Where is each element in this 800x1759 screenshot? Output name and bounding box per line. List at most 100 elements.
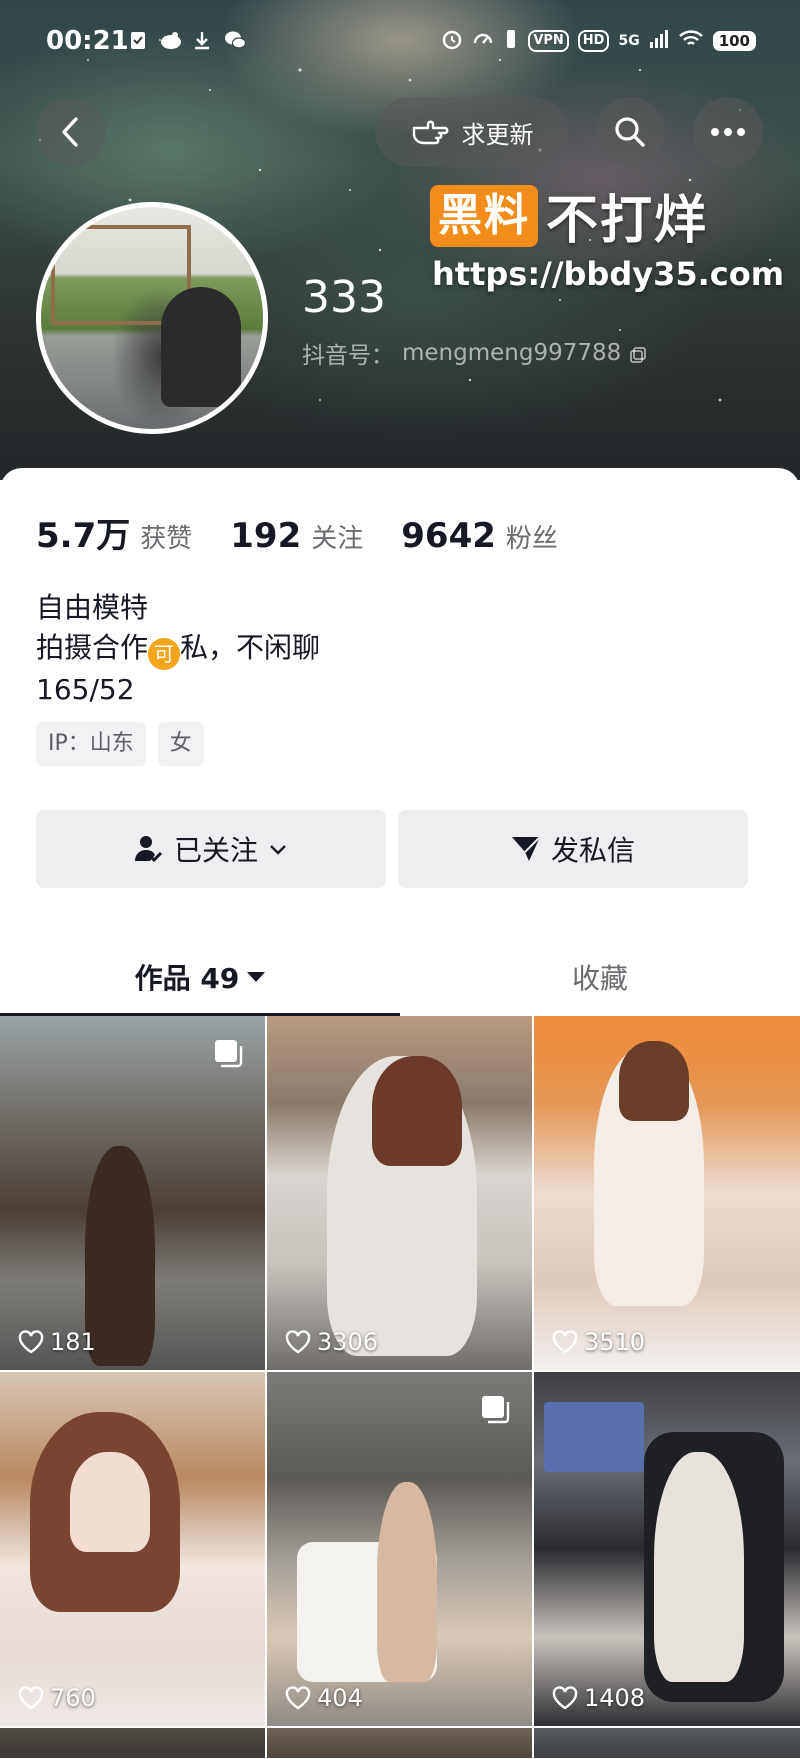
post-likes-count: 3510 — [584, 1328, 646, 1356]
stat-following-label: 关注 — [311, 524, 364, 554]
post-thumbnail[interactable]: 3306 — [267, 1016, 532, 1370]
download-icon — [192, 30, 212, 50]
app-notification-icon — [160, 30, 181, 50]
post-likes: 3306 — [285, 1328, 378, 1356]
post-photo-monitor — [544, 1402, 644, 1472]
tab-favorites[interactable]: 收藏 — [400, 938, 800, 1016]
send-paper-plane-icon — [511, 836, 541, 861]
bio-emoji-badge: 可 — [148, 638, 181, 670]
followed-button[interactable]: 已关注 — [36, 810, 386, 888]
post-thumbnail-partial[interactable] — [534, 1728, 800, 1758]
ip-location-tag: IP：山东 — [36, 722, 146, 766]
heart-icon — [18, 1686, 44, 1710]
watermark-url: https://bbdy35.com — [432, 255, 785, 293]
post-likes-count: 760 — [50, 1684, 96, 1712]
post-thumbnail[interactable]: 404 — [267, 1372, 532, 1726]
post-photo-subject — [654, 1452, 744, 1682]
stat-followers-label: 粉丝 — [505, 524, 558, 554]
post-likes: 181 — [18, 1328, 96, 1356]
wechat-icon — [224, 30, 247, 50]
request-update-button[interactable]: 求更新 — [375, 97, 568, 167]
post-thumbnail[interactable]: 181 — [0, 1016, 265, 1370]
network-type: 5G — [618, 33, 640, 49]
post-likes-count: 181 — [50, 1328, 96, 1356]
wifi-icon — [678, 29, 704, 53]
posts-grid: 181 3306 3510 760 404 1408 — [0, 1016, 800, 1758]
bio-line-1: 自由模特 — [36, 591, 149, 624]
caret-down-icon — [247, 972, 266, 982]
status-time: 00:21 — [46, 26, 129, 56]
bio-line-2: 拍摄合作可私，不闲聊 — [36, 628, 320, 670]
send-message-button[interactable]: 发私信 — [398, 810, 748, 888]
search-icon — [615, 117, 645, 147]
heart-icon — [552, 1330, 578, 1354]
post-photo-hair — [372, 1056, 462, 1166]
profile-info-card: 5.7万 获赞 192 关注 9642 粉丝 自由模特 拍摄合作可私，不闲聊 1… — [0, 468, 800, 1759]
back-button[interactable] — [36, 97, 106, 167]
post-photo-subject — [70, 1452, 150, 1552]
multi-image-icon — [215, 1040, 243, 1068]
post-thumbnail[interactable]: 760 — [0, 1372, 265, 1726]
post-likes-count: 3306 — [317, 1328, 379, 1356]
tab-works-label: 作品 49 — [134, 962, 240, 995]
chevron-left-icon — [62, 117, 78, 147]
speedometer-icon — [472, 28, 494, 54]
post-thumbnail[interactable]: 1408 — [534, 1372, 800, 1726]
watermark-overlay: 黑料 不打烊 https://bbdy35.com — [430, 178, 784, 293]
tab-works[interactable]: 作品 49 — [0, 938, 400, 1016]
stat-following[interactable]: 192 关注 — [230, 516, 363, 556]
followed-label: 已关注 — [173, 834, 258, 867]
multi-image-icon — [482, 1396, 510, 1424]
avatar-photo-person — [161, 287, 241, 407]
more-options-button[interactable] — [693, 97, 763, 167]
stat-following-value: 192 — [230, 516, 302, 556]
post-thumbnail[interactable]: 3510 — [534, 1016, 800, 1370]
douyin-id-row[interactable]: 抖音号： mengmeng997788 — [302, 336, 647, 370]
send-message-label: 发私信 — [550, 834, 635, 867]
user-check-icon — [134, 836, 163, 863]
hd-indicator: HD — [577, 30, 610, 52]
alarm-icon — [441, 28, 463, 54]
douyin-id-label: 抖音号： — [302, 343, 394, 369]
post-thumbnail-partial[interactable] — [0, 1728, 265, 1758]
stats-row: 5.7万 获赞 192 关注 9642 粉丝 — [36, 508, 558, 557]
stat-likes-value: 5.7万 — [36, 516, 131, 556]
stat-likes[interactable]: 5.7万 获赞 — [36, 508, 192, 557]
stat-followers[interactable]: 9642 粉丝 — [401, 516, 558, 556]
heart-icon — [552, 1686, 578, 1710]
watermark-text: 不打烊 — [546, 191, 709, 251]
bio-line-3: 165/52 — [36, 673, 135, 706]
request-update-label: 求更新 — [461, 120, 534, 149]
douyin-id-value: mengmeng997788 — [402, 340, 622, 366]
post-photo-subject — [377, 1482, 437, 1682]
action-buttons: 已关注 发私信 — [36, 810, 748, 888]
content-tabs: 作品 49 收藏 — [0, 938, 800, 1016]
stat-likes-label: 获赞 — [140, 524, 193, 554]
search-button[interactable] — [595, 97, 665, 167]
profile-tags: IP：山东 女 — [36, 722, 204, 766]
copy-icon[interactable] — [629, 344, 647, 363]
status-bar: 00:21 VPN HD 5G 100 — [0, 0, 800, 88]
more-dots-icon — [711, 128, 745, 136]
pointing-hand-icon — [412, 120, 448, 145]
post-likes: 760 — [18, 1684, 96, 1712]
vibrate-icon — [503, 28, 519, 54]
avatar[interactable] — [36, 202, 268, 434]
vpn-indicator: VPN — [528, 30, 569, 52]
signal-icon — [649, 30, 669, 52]
post-likes: 1408 — [552, 1684, 645, 1712]
stat-followers-value: 9642 — [401, 516, 496, 556]
chevron-down-icon — [270, 845, 286, 855]
gender-tag: 女 — [157, 722, 204, 766]
heart-icon — [18, 1330, 44, 1354]
profile-banner: 00:21 VPN HD 5G 100 求更新 黑料 不打烊 https://b… — [0, 0, 800, 480]
post-likes-count: 404 — [317, 1684, 363, 1712]
post-likes-count: 1408 — [584, 1684, 646, 1712]
post-likes: 3510 — [552, 1328, 645, 1356]
clipboard-icon — [128, 30, 148, 50]
battery-indicator: 100 — [712, 31, 756, 51]
profile-name: 333 — [302, 272, 386, 323]
post-thumbnail-partial[interactable] — [267, 1728, 532, 1758]
tab-favorites-label: 收藏 — [571, 962, 628, 995]
profile-bio: 自由模特 拍摄合作可私，不闲聊 165/52 — [36, 588, 320, 710]
